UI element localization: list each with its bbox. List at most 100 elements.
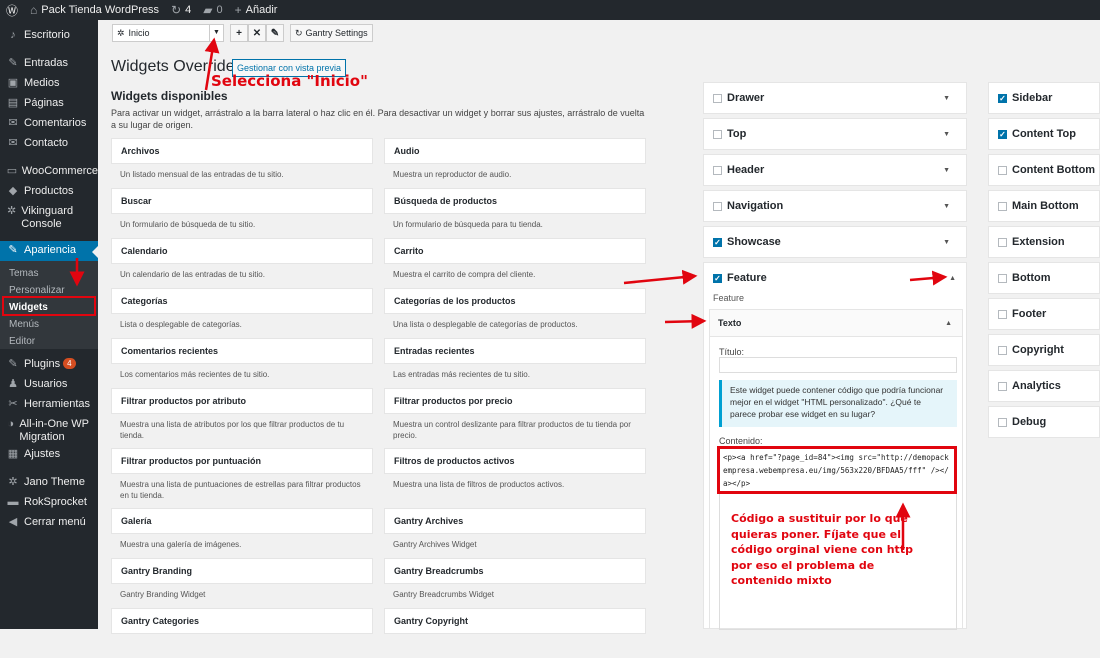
widget-title[interactable]: Búsqueda de productos [384, 188, 646, 214]
available-widget[interactable]: Búsqueda de productos Un formulario de bú… [384, 188, 646, 238]
menu-item-entradas[interactable]: ✎ Entradas [0, 57, 98, 70]
area-checkbox[interactable] [998, 417, 1007, 427]
widget-area-debug[interactable]: Debug [988, 406, 1100, 438]
widget-area-drawer[interactable]: Drawer ▼ [703, 82, 967, 114]
area-checkbox[interactable] [713, 129, 722, 139]
available-widget[interactable]: Gantry Branding Gantry Branding Widget [111, 558, 373, 608]
menu-item-ajustes[interactable]: ▦ Ajustes [0, 448, 98, 461]
widget-title[interactable]: Entradas recientes [384, 338, 646, 364]
widget-title[interactable]: Carrito [384, 238, 646, 264]
widget-title[interactable]: Filtrar productos por precio [384, 388, 646, 414]
widget-title[interactable]: Audio [384, 138, 646, 164]
widget-title[interactable]: Gantry Archives [384, 508, 646, 534]
available-widget[interactable]: Galería Muestra una galería de imágenes. [111, 508, 373, 558]
widget-title[interactable]: Comentarios recientes [111, 338, 373, 364]
wordpress-logo-icon[interactable]: Ⓦ [0, 0, 24, 20]
widget-area-content-bottom[interactable]: Content Bottom [988, 154, 1100, 186]
widget-title[interactable]: Galería [111, 508, 373, 534]
available-widget[interactable]: Gantry Archives Gantry Archives Widget [384, 508, 646, 558]
menu-item-jano-theme[interactable]: ✲ Jano Theme [0, 476, 98, 489]
menu-item-vikinguard-console[interactable]: ✲ Vikinguard Console [0, 205, 98, 231]
menu-item-apariencia[interactable]: ✎ Apariencia [0, 241, 98, 261]
available-widget[interactable]: Audio Muestra un reproductor de audio. [384, 138, 646, 188]
widget-area-main-bottom[interactable]: Main Bottom [988, 190, 1100, 222]
widget-title[interactable]: Filtrar productos por puntuación [111, 448, 373, 474]
site-name-link[interactable]: ⌂ Pack Tienda WordPress [24, 0, 165, 20]
widget-area-top[interactable]: Top ▼ [703, 118, 967, 150]
widget-title[interactable]: Filtros de productos activos [384, 448, 646, 474]
menu-item-productos[interactable]: ◆ Productos [0, 185, 98, 198]
widget-area-footer[interactable]: Footer [988, 298, 1100, 330]
area-checkbox[interactable] [998, 345, 1007, 355]
widget-area-copyright[interactable]: Copyright [988, 334, 1100, 366]
available-widget[interactable]: Archivos Un listado mensual de las entrad… [111, 138, 373, 188]
menu-item-woocommerce[interactable]: ▭ WooCommerce [0, 165, 98, 178]
available-widget[interactable]: Filtrar productos por atributo Muestra un… [111, 388, 373, 448]
content-code-highlight[interactable]: <p><a href="?page_id=84"><img src="http:… [717, 446, 957, 494]
available-widget[interactable]: Buscar Un formulario de búsqueda de tu si… [111, 188, 373, 238]
widget-area-extension[interactable]: Extension [988, 226, 1100, 258]
widget-area-analytics[interactable]: Analytics [988, 370, 1100, 402]
available-widget[interactable]: Gantry Copyright [384, 608, 646, 658]
add-icon[interactable]: + [230, 24, 248, 42]
menu-item-all-in-one-wp-migration[interactable]: ◑ All-in-One WP Migration [0, 418, 98, 444]
available-widget[interactable]: Gantry Categories [111, 608, 373, 658]
new-content-link[interactable]: + Añadir [229, 0, 284, 20]
menu-item-contacto[interactable]: ✉ Contacto [0, 137, 98, 150]
widget-area-sidebar[interactable]: ✓ Sidebar [988, 82, 1100, 114]
available-widget[interactable]: Categorías de los productos Una lista o d… [384, 288, 646, 338]
widget-title[interactable]: Buscar [111, 188, 373, 214]
area-checkbox[interactable] [998, 381, 1007, 391]
area-checkbox[interactable]: ✓ [998, 129, 1007, 139]
widget-title[interactable]: Categorías de los productos [384, 288, 646, 314]
submenu-item-menús[interactable]: Menús [0, 316, 98, 333]
menu-item-herramientas[interactable]: ✂ Herramientas [0, 398, 98, 411]
widget-title[interactable]: Archivos [111, 138, 373, 164]
widget-title[interactable]: Calendario [111, 238, 373, 264]
feature-area-header[interactable]: ✓ Feature ▲ [704, 263, 966, 293]
available-widget[interactable]: Comentarios recientes Los comentarios más… [111, 338, 373, 388]
menu-item-cerrar-men-[interactable]: ◀ Cerrar menú [0, 516, 98, 529]
available-widget[interactable]: Calendario Un calendario de las entradas … [111, 238, 373, 288]
widget-title[interactable]: Gantry Categories [111, 608, 373, 634]
widget-area-header[interactable]: Header ▼ [703, 154, 967, 186]
menu-item-roksprocket[interactable]: ▬ RokSprocket [0, 496, 98, 509]
comments-link[interactable]: ▰ 0 [197, 0, 228, 20]
menu-item-escritorio[interactable]: ♪ Escritorio [0, 29, 98, 42]
menu-item-plugins[interactable]: ✎ Plugins 4 [0, 358, 98, 371]
feature-checkbox[interactable]: ✓ [713, 273, 722, 283]
widget-title[interactable]: Gantry Copyright [384, 608, 646, 634]
gantry-settings-button[interactable]: ↻ Gantry Settings [290, 24, 373, 42]
area-checkbox[interactable] [998, 237, 1007, 247]
area-checkbox[interactable] [713, 165, 722, 175]
widget-area-navigation[interactable]: Navigation ▼ [703, 190, 967, 222]
close-icon[interactable]: ✕ [248, 24, 266, 42]
outline-select[interactable]: ✲ Inicio ▼ [112, 24, 224, 42]
widget-title[interactable]: Gantry Branding [111, 558, 373, 584]
area-checkbox[interactable]: ✓ [713, 237, 722, 247]
widget-area-showcase[interactable]: ✓ Showcase ▼ [703, 226, 967, 258]
menu-item-comentarios[interactable]: ✉ Comentarios [0, 117, 98, 130]
menu-item-medios[interactable]: ▣ Medios [0, 77, 98, 90]
area-checkbox[interactable] [998, 273, 1007, 283]
edit-icon[interactable]: ✎ [266, 24, 284, 42]
text-widget-header[interactable]: Texto ▲ [710, 310, 962, 337]
available-widget[interactable]: Categorías Lista o desplegable de categor… [111, 288, 373, 338]
area-checkbox[interactable]: ✓ [998, 93, 1007, 103]
available-widget[interactable]: Carrito Muestra el carrito de compra del … [384, 238, 646, 288]
available-widget[interactable]: Filtrar productos por puntuación Muestra … [111, 448, 373, 508]
widget-title[interactable]: Filtrar productos por atributo [111, 388, 373, 414]
updates-link[interactable]: ↻ 4 [165, 0, 197, 20]
area-checkbox[interactable] [998, 201, 1007, 211]
widget-area-bottom[interactable]: Bottom [988, 262, 1100, 294]
menu-item-p-ginas[interactable]: ▤ Páginas [0, 97, 98, 110]
menu-item-usuarios[interactable]: ♟ Usuarios [0, 378, 98, 391]
submenu-item-editor[interactable]: Editor [0, 333, 98, 350]
area-checkbox[interactable] [713, 201, 722, 211]
area-checkbox[interactable] [998, 165, 1007, 175]
submenu-item-temas[interactable]: Temas [0, 265, 98, 282]
available-widget[interactable]: Filtros de productos activos Muestra una … [384, 448, 646, 508]
widget-area-content-top[interactable]: ✓ Content Top [988, 118, 1100, 150]
widget-title[interactable]: Categorías [111, 288, 373, 314]
available-widget[interactable]: Filtrar productos por precio Muestra un c… [384, 388, 646, 448]
